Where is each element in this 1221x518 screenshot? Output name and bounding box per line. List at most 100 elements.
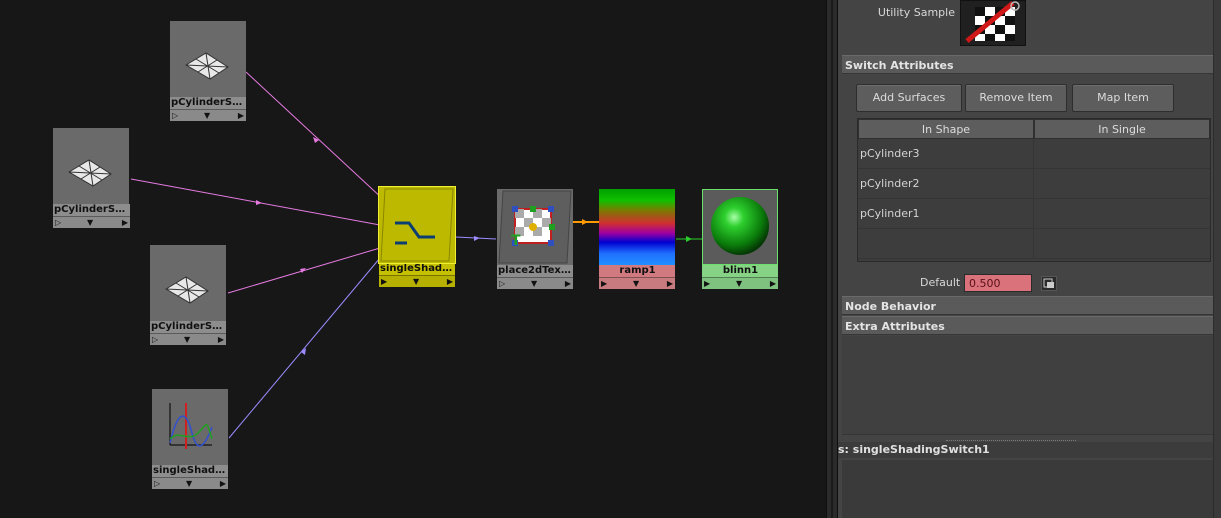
mesh-swatch <box>53 128 129 204</box>
output-port-icon[interactable]: ▶ <box>447 276 453 287</box>
node-ports[interactable]: ▷ ▼ ▶ <box>150 333 226 345</box>
node-blinn1[interactable]: blinn1 ▶ ▼ ▶ <box>702 189 778 289</box>
map-texture-button[interactable] <box>1041 276 1057 291</box>
default-label: Default <box>920 276 961 289</box>
node-label: place2dText... <box>497 265 573 277</box>
default-value-field[interactable]: 0.500 <box>964 274 1032 292</box>
input-port-icon[interactable]: ▶ <box>601 278 607 289</box>
output-port-icon[interactable]: ▶ <box>667 278 673 289</box>
in-shape-cell[interactable]: pCylinder2 <box>858 169 1034 199</box>
node-ramp1[interactable]: ramp1 ▶ ▼ ▶ <box>599 189 675 289</box>
in-single-cell[interactable] <box>1034 199 1210 229</box>
node-singleshadingswitch-2[interactable]: singleShadin... ▷ ▼ ▶ <box>152 389 228 489</box>
place2d-swatch: T <box>497 189 573 265</box>
node-pcylindershape-3[interactable]: pCylinderSha... ▷ ▼ ▶ <box>150 245 226 345</box>
selected-node-name: s: singleShadingSwitch1 <box>838 442 1221 458</box>
hypershade-graph[interactable]: pCylinderSha... ▷ ▼ ▶ pCylinderSha... ▷ … <box>0 0 826 518</box>
in-shape-cell[interactable]: pCylinder3 <box>858 139 1034 169</box>
node-ports[interactable]: ▶ ▼ ▶ <box>379 275 455 287</box>
mesh-swatch <box>170 21 246 97</box>
node-label: pCylinderSha... <box>150 321 226 333</box>
input-port-icon[interactable]: ▷ <box>154 478 160 489</box>
section-switch-attributes[interactable]: Switch Attributes <box>842 55 1213 74</box>
node-label: blinn1 <box>702 265 778 277</box>
input-port-icon[interactable]: ▷ <box>172 110 178 121</box>
node-ports[interactable]: ▷ ▼ ▶ <box>497 277 573 289</box>
map-connect-icon <box>1043 278 1054 288</box>
section-extra-attributes[interactable]: Extra Attributes <box>842 316 1213 335</box>
in-shape-cell[interactable]: pCylinder1 <box>858 199 1034 229</box>
expand-port-icon[interactable]: ▼ <box>633 278 639 289</box>
table-row[interactable] <box>858 229 1210 259</box>
node-ports[interactable]: ▷ ▼ ▶ <box>170 109 246 121</box>
in-single-cell[interactable] <box>1034 139 1210 169</box>
node-ports[interactable]: ▷ ▼ ▶ <box>53 216 130 228</box>
mesh-icon <box>165 276 209 304</box>
node-ports[interactable]: ▷ ▼ ▶ <box>152 477 228 489</box>
map-item-button[interactable]: Map Item <box>1072 84 1174 112</box>
svg-text:T: T <box>511 233 521 249</box>
switch-icon <box>380 188 454 262</box>
wire-arrow <box>256 200 262 205</box>
table-row[interactable]: pCylinder1 <box>858 199 1210 229</box>
utility-sample-row: Utility Sample <box>838 0 1221 48</box>
wire-arrow <box>313 137 319 143</box>
expand-port-icon[interactable]: ▼ <box>87 217 93 228</box>
output-port-icon[interactable]: ▶ <box>122 217 128 228</box>
wire-cylinder2-to-switch[interactable] <box>130 178 381 226</box>
add-surfaces-button[interactable]: Add Surfaces <box>856 84 962 112</box>
output-port-icon[interactable]: ▶ <box>770 278 776 289</box>
mesh-icon <box>185 52 229 80</box>
shaded-sphere-icon <box>711 197 769 255</box>
output-port-icon[interactable]: ▶ <box>220 478 226 489</box>
expand-port-icon[interactable]: ▼ <box>204 110 210 121</box>
in-single-cell[interactable] <box>1034 229 1210 259</box>
node-ports[interactable]: ▶ ▼ ▶ <box>599 277 675 289</box>
panel-splitter[interactable] <box>826 0 838 518</box>
output-port-icon[interactable]: ▶ <box>565 278 571 289</box>
column-header-in-single[interactable]: In Single <box>1034 119 1210 139</box>
utility-sample-swatch[interactable] <box>960 0 1026 46</box>
ramp-swatch <box>599 189 675 265</box>
wire-cylinder1-to-switch[interactable] <box>245 71 385 201</box>
panel-scrollbar[interactable] <box>1213 0 1221 518</box>
attribute-scroll-area <box>842 336 1213 435</box>
section-node-behavior[interactable]: Node Behavior <box>842 296 1213 315</box>
node-singleshadingswitch-selected[interactable]: singleShadin... ▶ ▼ ▶ <box>378 186 456 287</box>
curve-graph-icon <box>169 403 213 449</box>
column-header-in-shape[interactable]: In Shape <box>858 119 1034 139</box>
switch-swatch <box>378 186 456 264</box>
remove-item-button[interactable]: Remove Item <box>965 84 1067 112</box>
expand-port-icon[interactable]: ▼ <box>531 278 537 289</box>
node-pcylindershape-1[interactable]: pCylinderSha... ▷ ▼ ▶ <box>170 21 246 121</box>
node-place2dtexture[interactable]: T place2dText... ▷ ▼ ▶ <box>497 189 573 289</box>
input-port-icon[interactable]: ▷ <box>152 334 158 345</box>
expand-port-icon[interactable]: ▼ <box>413 276 419 287</box>
input-port-icon[interactable]: ▶ <box>381 276 387 287</box>
place2d-icon: T <box>498 190 572 264</box>
table-row[interactable]: pCylinder2 <box>858 169 1210 199</box>
switch-table[interactable]: In Shape In Single pCylinder3 pCylinder2… <box>857 118 1211 262</box>
expand-port-icon[interactable]: ▼ <box>184 334 190 345</box>
node-label: pCylinderSha... <box>53 204 130 216</box>
wire-switch2-to-switch[interactable] <box>228 257 381 439</box>
node-pcylindershape-2[interactable]: pCylinderSha... ▷ ▼ ▶ <box>53 128 130 228</box>
expand-port-icon[interactable]: ▼ <box>736 278 742 289</box>
mesh-swatch <box>150 245 226 321</box>
output-port-icon[interactable]: ▶ <box>218 334 224 345</box>
in-single-cell[interactable] <box>1034 169 1210 199</box>
input-port-icon[interactable]: ▷ <box>499 278 505 289</box>
utility-sample-label: Utility Sample <box>877 6 955 19</box>
output-port-icon[interactable]: ▶ <box>238 110 244 121</box>
in-shape-cell[interactable] <box>858 229 1034 259</box>
node-label: pCylinderSha... <box>170 97 246 109</box>
notes-area[interactable] <box>842 460 1213 518</box>
curve-swatch <box>152 389 228 465</box>
input-port-icon[interactable]: ▷ <box>55 217 61 228</box>
input-port-icon[interactable]: ▶ <box>704 278 710 289</box>
node-ports[interactable]: ▶ ▼ ▶ <box>702 277 778 289</box>
table-row[interactable]: pCylinder3 <box>858 139 1210 169</box>
node-label: singleShadin... <box>379 263 455 275</box>
mesh-icon <box>68 159 112 187</box>
expand-port-icon[interactable]: ▼ <box>186 478 192 489</box>
